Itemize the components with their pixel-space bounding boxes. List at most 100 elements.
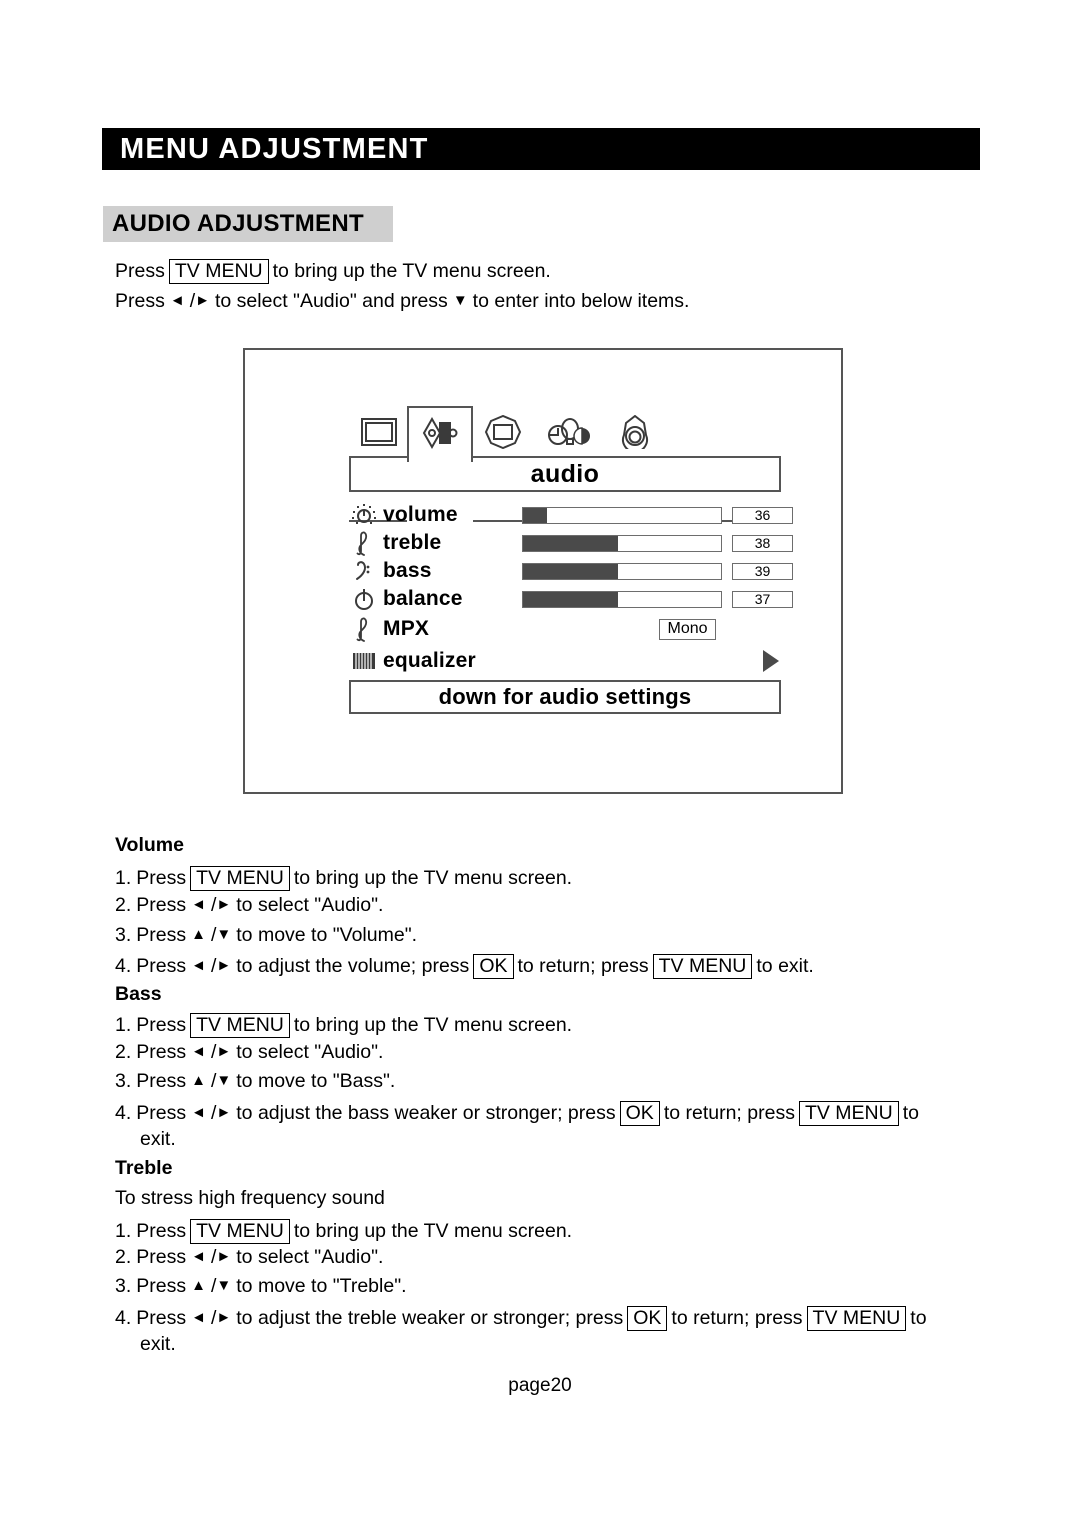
right-arrow-icon: ► (216, 957, 232, 975)
step-post: to (910, 1306, 927, 1329)
osd-row-treble[interactable]: treble 38 (349, 530, 793, 556)
volume-slider-track[interactable] (522, 506, 722, 524)
bass-step-3: 3. Press ▲ / ▼ to move to "Bass". (115, 1070, 396, 1092)
step-number: 1. (115, 1013, 132, 1036)
step-mid-2: to return; press (517, 954, 649, 977)
treble-step-3: 3. Press ▲ / ▼ to move to "Treble". (115, 1275, 407, 1297)
balance-slider-track[interactable] (522, 590, 722, 608)
step-post: to bring up the TV menu screen. (293, 1219, 573, 1242)
step-pre: Press (136, 1070, 187, 1092)
left-arrow-icon: ◄ (191, 896, 206, 914)
volume-value: 36 (732, 506, 793, 524)
step-post: to bring up the TV menu screen. (293, 1013, 573, 1036)
osd-tab-audio[interactable] (407, 406, 473, 462)
intro-line-2: Press ◄ / ► to select "Audio" and press … (115, 290, 690, 312)
tv-menu-keycap[interactable]: TV MENU (806, 1306, 907, 1332)
step-number: 3. (115, 1275, 132, 1297)
balance-slider-fill (523, 591, 619, 607)
osd-row-label-volume: volume (383, 503, 458, 526)
osd-row-label-equalizer: equalizer (383, 649, 476, 672)
tv-menu-keycap[interactable]: TV MENU (652, 954, 753, 980)
step-number: 1. (115, 1219, 132, 1242)
osd-hint-box: down for audio settings (349, 680, 781, 714)
intro-line-2-post: to enter into below items. (472, 290, 690, 312)
step-post: to (902, 1101, 919, 1124)
balance-dial-icon (349, 587, 379, 611)
step-pre: Press (136, 894, 187, 916)
step-pre: Press (136, 1101, 187, 1124)
treble-value: 38 (732, 534, 793, 552)
right-arrow-icon: ► (216, 1248, 232, 1266)
osd-tab-picture[interactable] (349, 406, 409, 462)
step-pre: Press (136, 1041, 187, 1063)
osd-row-label-bass: bass (383, 559, 432, 582)
osd-row-balance[interactable]: balance 37 (349, 586, 793, 612)
bass-clef-icon (349, 559, 379, 583)
function-tab-icon (546, 415, 592, 454)
right-arrow-icon: ► (216, 1104, 232, 1122)
tv-menu-keycap[interactable]: TV MENU (190, 866, 290, 892)
ok-keycap[interactable]: OK (473, 954, 514, 980)
up-arrow-icon: ▲ (191, 1277, 206, 1295)
down-arrow-icon: ▼ (216, 1072, 232, 1090)
step-pre: Press (136, 1013, 187, 1036)
ok-keycap[interactable]: OK (627, 1306, 668, 1332)
up-arrow-icon: ▲ (191, 1072, 206, 1090)
ok-keycap[interactable]: OK (619, 1101, 660, 1127)
treble-note: To stress high frequency sound (115, 1187, 385, 1209)
right-arrow-icon: ► (216, 1043, 232, 1061)
treble-slider-track[interactable] (522, 534, 722, 552)
step-pre: Press (136, 866, 187, 889)
step-number: 2. (115, 1041, 132, 1063)
treble-step-1: 1. Press TV MENU to bring up the TV menu… (115, 1219, 573, 1245)
bass-slider-fill (523, 563, 619, 579)
osd-tab-function[interactable] (539, 406, 599, 462)
step-post: to move to "Bass". (236, 1070, 396, 1092)
down-arrow-icon: ▼ (452, 292, 468, 310)
osd-row-bass[interactable]: bass 39 (349, 558, 793, 584)
step-pre: Press (136, 924, 187, 946)
step-number: 3. (115, 924, 132, 946)
tv-menu-keycap[interactable]: TV MENU (798, 1101, 899, 1127)
section-heading-box: AUDIO ADJUSTMENT (103, 206, 393, 242)
right-arrow-icon: ► (195, 292, 210, 310)
step-mid-1: to adjust the volume; press (236, 954, 470, 977)
treble-step-4: 4. Press ◄ / ► to adjust the treble weak… (115, 1306, 927, 1332)
step-number: 4. (115, 1101, 132, 1124)
bass-step-2: 2. Press ◄ / ► to select "Audio". (115, 1041, 383, 1063)
bass-value: 39 (732, 562, 793, 580)
left-arrow-icon: ◄ (191, 957, 206, 975)
mpx-value[interactable]: Mono (659, 618, 716, 640)
page-footer: page20 (508, 1375, 572, 1396)
right-arrow-icon: ► (216, 896, 232, 914)
down-arrow-icon: ▼ (216, 1277, 232, 1295)
step-mid-2: to return; press (671, 1306, 803, 1329)
treble-clef-icon (349, 617, 379, 642)
left-arrow-icon: ◄ (191, 1104, 206, 1122)
bass-step-4-wrap: exit. (140, 1128, 176, 1150)
step-post: to move to "Treble". (236, 1275, 407, 1297)
osd-row-equalizer[interactable]: equalizer (349, 648, 785, 674)
picture-tab-icon (360, 416, 398, 453)
step-number: 4. (115, 954, 132, 977)
osd-row-mpx[interactable]: MPX Mono (349, 616, 785, 642)
bass-slider-track[interactable] (522, 562, 722, 580)
treble-clef-icon (349, 531, 379, 556)
osd-tab-screen[interactable] (473, 406, 533, 462)
step-pre: Press (136, 1246, 187, 1268)
tv-menu-keycap[interactable]: TV MENU (190, 1013, 290, 1039)
equalizer-bars-icon (349, 649, 379, 673)
submenu-arrow-icon[interactable] (763, 650, 779, 672)
intro-line-1-pre: Press (115, 259, 165, 282)
tv-menu-keycap[interactable]: TV MENU (190, 1219, 290, 1245)
volume-step-2: 2. Press ◄ / ► to select "Audio". (115, 894, 383, 916)
treble-slider-fill (523, 535, 619, 551)
bass-step-4: 4. Press ◄ / ► to adjust the bass weaker… (115, 1101, 919, 1127)
osd-tab-setup[interactable] (605, 406, 665, 462)
intro-line-2-pre: Press (115, 290, 165, 312)
step-number: 2. (115, 1246, 132, 1268)
osd-row-volume[interactable]: volume 36 (349, 502, 793, 528)
tv-menu-keycap[interactable]: TV MENU (168, 259, 269, 285)
section-heading-text: AUDIO ADJUSTMENT (112, 210, 364, 237)
volume-step-3: 3. Press ▲ / ▼ to move to "Volume". (115, 924, 417, 946)
